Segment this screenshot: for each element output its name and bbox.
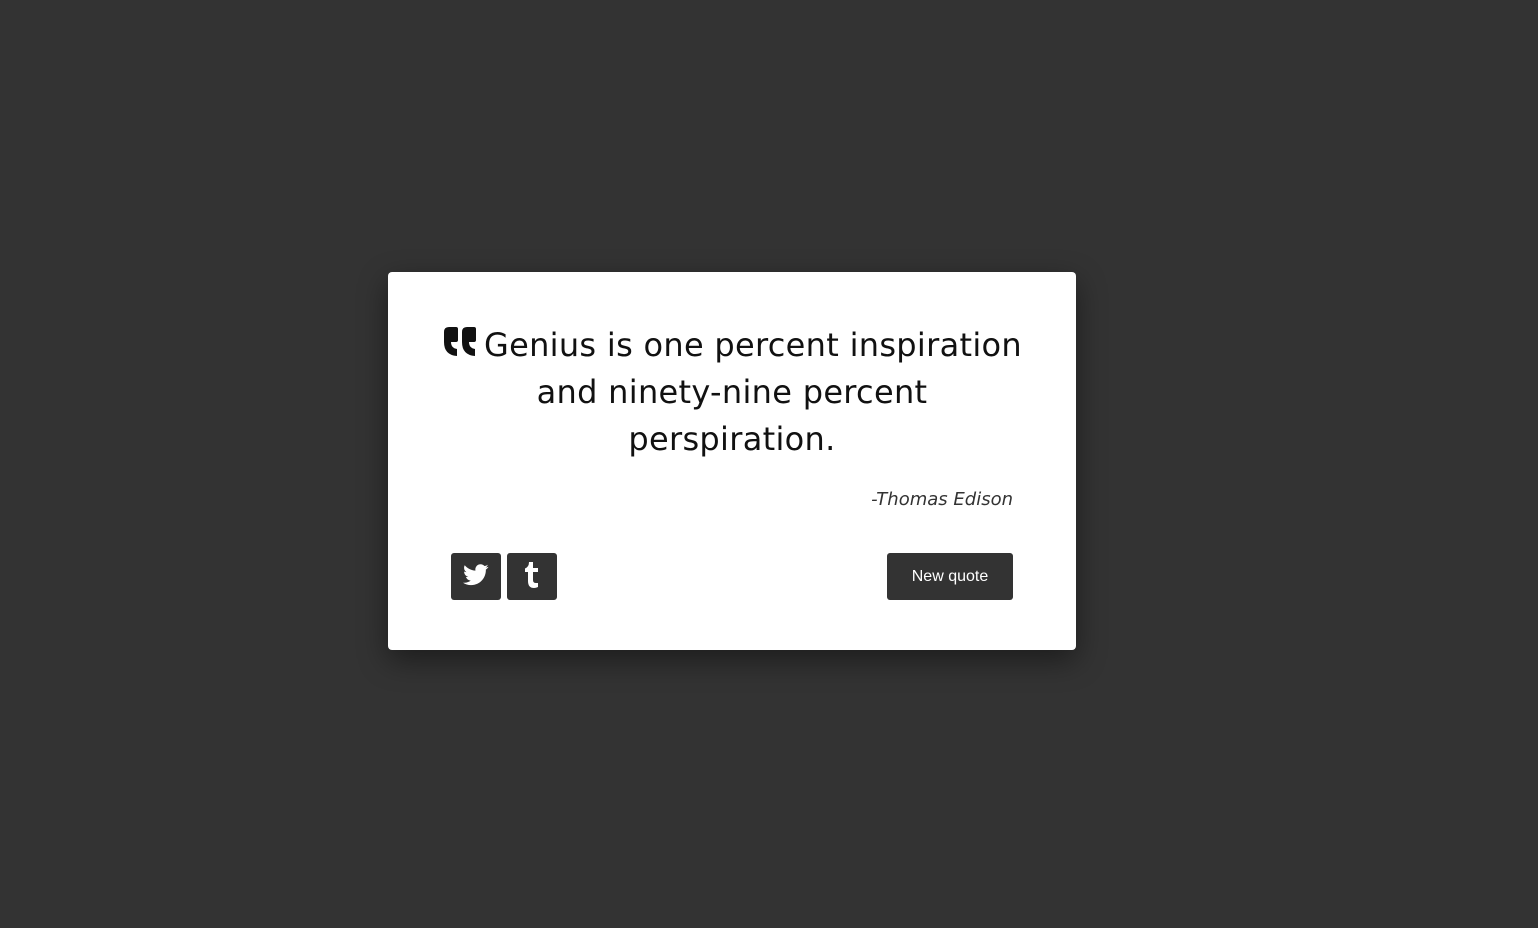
twitter-icon — [463, 563, 489, 590]
quote-text-container: Genius is one percent inspiration and ni… — [428, 322, 1036, 463]
quote-left-icon — [442, 326, 478, 358]
tumblr-quote-button[interactable] — [507, 553, 557, 600]
new-quote-button[interactable]: New quote — [887, 553, 1013, 600]
tweet-quote-button[interactable] — [451, 553, 501, 600]
quote-box: Genius is one percent inspiration and ni… — [388, 272, 1076, 650]
tumblr-icon — [524, 561, 540, 592]
quote-author: -Thomas Edison — [871, 489, 1013, 510]
quote-text: Genius is one percent inspiration and ni… — [484, 326, 1022, 458]
